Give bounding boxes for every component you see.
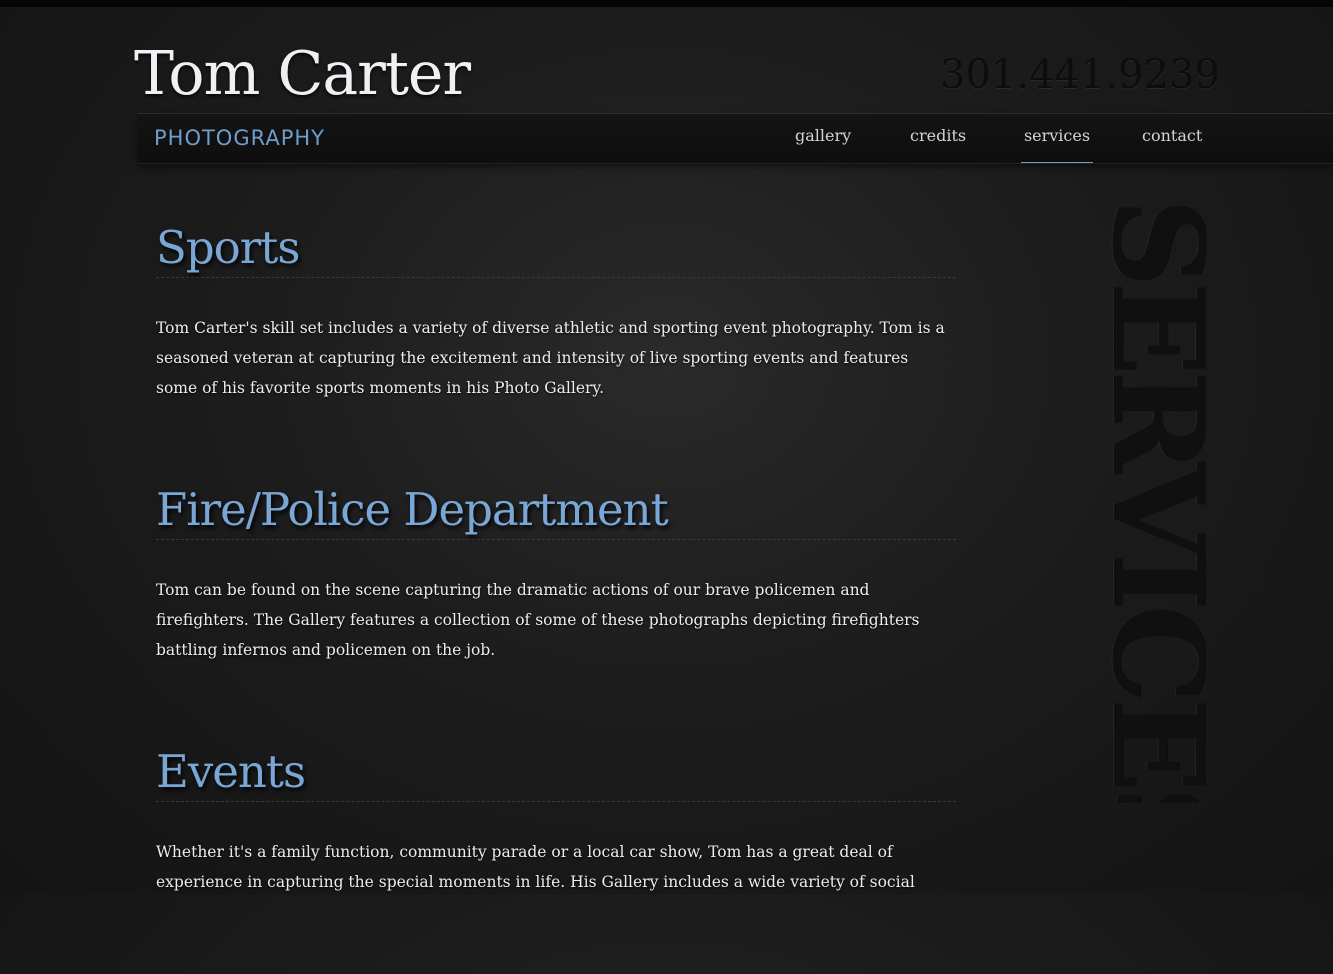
nav-link-credits[interactable]: credits xyxy=(910,114,966,163)
section-title: Events xyxy=(156,742,956,802)
service-section-events: Events Whether it's a family function, c… xyxy=(156,742,956,897)
page-vertical-title-text: SERVICES xyxy=(1106,198,1206,803)
main-content: Sports Tom Carter's skill set includes a… xyxy=(156,218,956,974)
site-logo-name[interactable]: Tom Carter xyxy=(134,34,471,114)
nav-link-gallery[interactable]: gallery xyxy=(795,114,851,163)
section-description: Whether it's a family function, communit… xyxy=(156,843,915,891)
page-vertical-title: SERVICES xyxy=(1106,198,1206,803)
section-title: Sports xyxy=(156,218,956,278)
section-description: Tom can be found on the scene capturing … xyxy=(156,581,920,659)
phone-number: 301.441.9239 xyxy=(940,52,1220,98)
service-section-sports: Sports Tom Carter's skill set includes a… xyxy=(156,218,956,403)
nav-link-contact[interactable]: contact xyxy=(1142,114,1202,163)
section-title: Fire/Police Department xyxy=(156,480,956,540)
site-logo-subtitle[interactable]: PHOTOGRAPHY xyxy=(154,124,325,152)
nav-link-services[interactable]: services xyxy=(1021,114,1093,163)
main-navbar: PHOTOGRAPHY gallery credits services con… xyxy=(138,113,1333,164)
section-description: Tom Carter's skill set includes a variet… xyxy=(156,319,945,397)
service-section-fire-police: Fire/Police Department Tom can be found … xyxy=(156,480,956,665)
top-strip xyxy=(0,0,1333,7)
